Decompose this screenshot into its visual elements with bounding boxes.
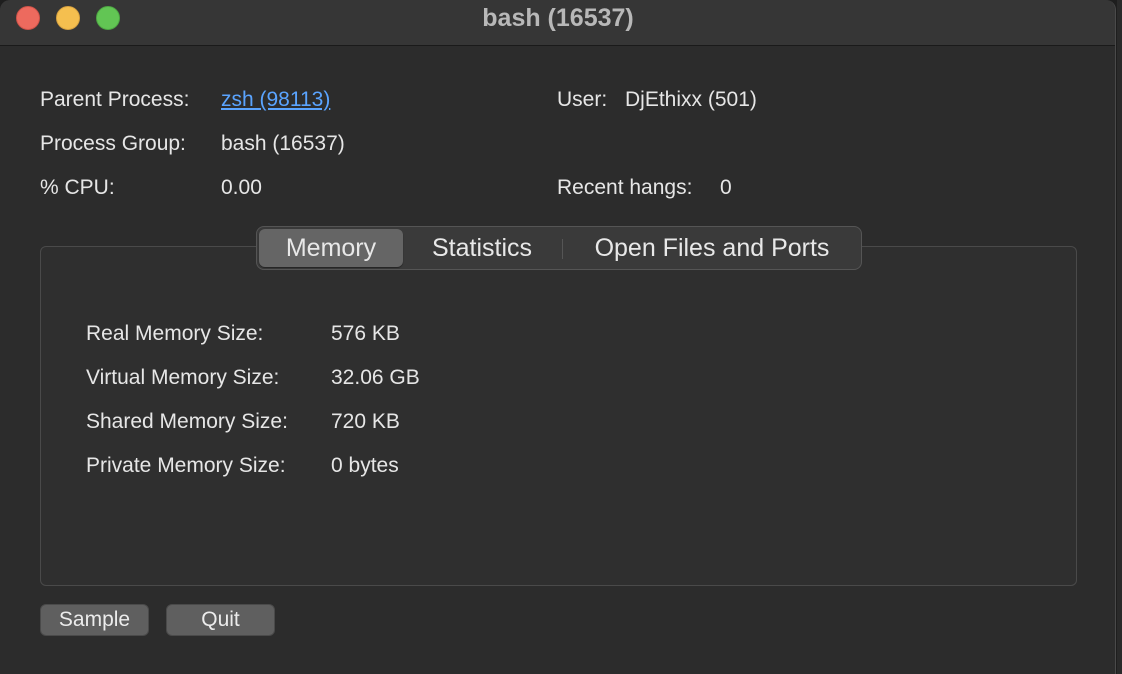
recent-hangs-value: 0 <box>720 176 732 199</box>
cpu-value: 0.00 <box>221 176 262 199</box>
segmented-tab-control: Memory Statistics Open Files and Ports <box>256 226 862 270</box>
real-memory-value: 576 KB <box>331 322 400 345</box>
recent-hangs-label: Recent hangs: <box>557 176 693 199</box>
process-group-label: Process Group: <box>40 132 186 155</box>
shared-memory-value: 720 KB <box>331 410 400 433</box>
private-memory-value: 0 bytes <box>331 454 399 477</box>
real-memory-label: Real Memory Size: <box>86 322 264 345</box>
tab-memory[interactable]: Memory <box>259 229 403 267</box>
tab-separator <box>562 239 563 259</box>
shared-memory-label: Shared Memory Size: <box>86 410 288 433</box>
user-label: User: <box>557 88 608 111</box>
virtual-memory-value: 32.06 GB <box>331 366 420 389</box>
tab-open-files-and-ports[interactable]: Open Files and Ports <box>567 229 857 267</box>
window-title: bash (16537) <box>482 4 634 32</box>
private-memory-label: Private Memory Size: <box>86 454 286 477</box>
parent-process-link[interactable]: zsh (98113) <box>221 87 330 113</box>
user-value: DjEthixx (501) <box>625 88 757 111</box>
title-bar[interactable]: bash (16537) <box>0 0 1115 46</box>
virtual-memory-label: Virtual Memory Size: <box>86 366 280 389</box>
sample-button[interactable]: Sample <box>40 604 149 636</box>
parent-process-label: Parent Process: <box>40 88 190 111</box>
tab-statistics[interactable]: Statistics <box>407 229 557 267</box>
process-info-window: bash (16537) Parent Process: zsh (98113)… <box>0 0 1116 674</box>
cpu-label: % CPU: <box>40 176 115 199</box>
quit-button[interactable]: Quit <box>166 604 275 636</box>
process-group-value: bash (16537) <box>221 132 345 155</box>
background-window-edge <box>1117 0 1122 674</box>
